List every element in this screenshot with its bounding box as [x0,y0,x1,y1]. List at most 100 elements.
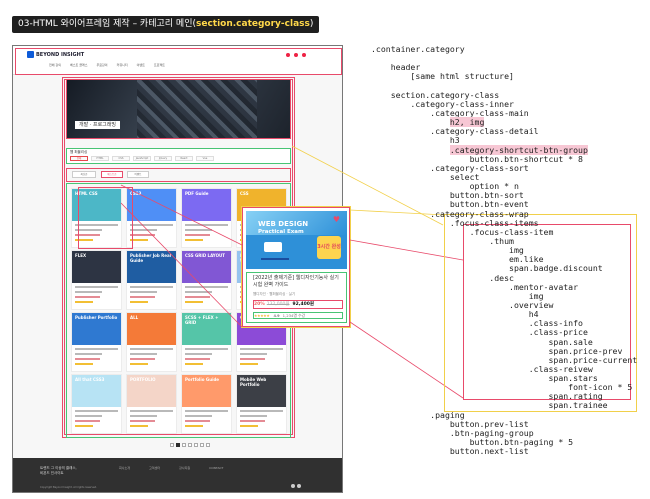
class-card[interactable]: All that CSS3 [71,374,122,434]
class-card[interactable]: Mobile Web Portfolio [236,374,287,434]
html-structure-code: .container.category header [same html st… [371,44,637,457]
sort-button[interactable]: 베스트순 [101,171,123,178]
like-heart-icon[interactable]: ♥ [333,215,340,224]
class-card-price [185,358,210,360]
class-card[interactable]: CSS3 [126,188,177,248]
class-card-stars [130,425,148,427]
class-description: [2022년 출제기준] 웹디자인기능사 실기시험 완벽 가이드 웹디자인 · … [246,272,347,323]
class-card-price [75,296,100,298]
footer-column[interactable]: 고객센터 [149,466,160,470]
class-card-title-line [130,348,173,350]
class-card-info-line [130,353,157,355]
class-card-stars [185,425,203,427]
class-card-title-line [185,348,228,350]
class-card-title-line [185,410,228,412]
shortcut-button[interactable]: CSS [112,156,130,161]
footer-column[interactable]: 회사소개 [119,466,130,470]
category-class-sort: 최신순 베스트순 이벤트 [67,169,290,181]
class-card-stars [240,425,258,427]
class-card-title-line [240,410,283,412]
code-line: button.next-list [371,446,529,457]
star-rating-icon: ★★★★★ [254,313,270,318]
class-card-thumbnail: ALL [127,313,176,345]
facebook-icon[interactable] [291,484,295,488]
instagram-icon[interactable] [297,484,301,488]
class-card-info-line [130,291,157,293]
class-card-title-line [130,286,173,288]
shortcut-button[interactable]: HTML [91,156,109,161]
current-price: 92,400원 [292,302,315,307]
footer-column[interactable]: CONTACT [209,466,223,470]
class-card-thumbnail: FLEX [72,251,121,283]
focus-class-item-zoom: ♥ WEB DESIGN Practical Exam 3시간 완성 [2022… [242,207,350,327]
footer-line-2: 비욘드 인사이트 [40,470,64,475]
prev-page-button[interactable] [170,443,174,447]
class-card-price [75,358,100,360]
class-card-thumbnail: Portfolio Guide [182,375,231,407]
class-card-price [130,358,155,360]
class-review: ★★★★★ 4.9 1,234명 수강 [253,312,343,319]
class-card[interactable]: PDF Guide [181,188,232,248]
sale-percent: 20% [254,302,265,307]
page-button[interactable] [188,443,192,447]
class-card-stars [240,363,258,365]
class-card[interactable]: ALL [126,312,177,372]
rating-value: 4.9 [273,313,280,318]
class-card-title-line [185,286,228,288]
category-hero-image: 개발 · 프로그래밍 [67,80,290,138]
shortcut-button-group: 전체 HTML CSS JavaScript jQuery React Vue [70,156,214,161]
class-card-thumbnail: Mobile Web Portfolio [237,375,286,407]
class-card[interactable]: CSS GRID LAYOUT [181,250,232,310]
class-card-thumbnail: PORTFOLIO [127,375,176,407]
class-card-info-line [185,229,212,231]
category-class-detail: 웹 퍼블리싱 전체 HTML CSS JavaScript jQuery Rea… [67,149,290,163]
class-card[interactable]: FLEX [71,250,122,310]
page-button-current[interactable] [176,443,180,447]
desk-illustration [261,242,289,260]
class-card-stars [185,363,203,365]
class-card-stars [75,301,93,303]
shortcut-button[interactable]: 전체 [70,156,88,161]
class-card-price [185,420,210,422]
shortcut-button[interactable]: Vue [196,156,214,161]
class-card[interactable]: Portfolio Guide [181,374,232,434]
class-card[interactable]: PORTFOLIO [126,374,177,434]
class-card-price [240,420,265,422]
class-card-price [185,296,210,298]
footer-line-1: 트렌드 그 이상의 클래스, [40,466,77,470]
class-info: 웹디자인 · 웹퍼블리싱 · 실기 [253,292,296,296]
class-card-stars [185,301,203,303]
shortcut-button[interactable]: jQuery [154,156,172,161]
class-card-thumbnail: Publisher Job Real Guide [127,251,176,283]
class-card-stars [75,363,93,365]
page-button[interactable] [200,443,204,447]
class-card-stars [130,301,148,303]
footer-column[interactable]: 강사지원 [179,466,190,470]
code-line: .container.category [371,44,465,54]
class-card-title-line [240,348,283,350]
class-card-title-line [185,224,228,226]
discount-badge: 3시간 완성 [317,236,341,259]
slide-title-main: 03-HTML 와이어프레임 제작 – 카테고리 메인( [18,19,196,29]
event-button[interactable]: 이벤트 [127,171,149,178]
shortcut-button[interactable]: JavaScript [133,156,151,161]
shortcut-button[interactable]: React [175,156,193,161]
class-title[interactable]: [2022년 출제기준] 웹디자인기능사 실기시험 완벽 가이드 [253,275,339,288]
class-card[interactable]: SCSS + FLEX + GRID [181,312,232,372]
copyright: Copyright Beyond Insight. All rights res… [40,486,97,489]
class-card[interactable]: Publisher Portfolio [71,312,122,372]
page-button[interactable] [194,443,198,447]
next-page-button[interactable] [206,443,210,447]
sort-select[interactable]: 최신순 [72,171,96,178]
class-price: 20% 132,000원 92,400원 [253,300,343,309]
class-thumbnail: ♥ WEB DESIGN Practical Exam 3시간 완성 [246,211,347,269]
class-card-price [130,234,155,236]
thumbnail-subtitle: Practical Exam [258,229,304,235]
class-card-info-line [75,415,102,417]
page-button[interactable] [182,443,186,447]
class-card-stars [130,363,148,365]
class-card-info-line [185,291,212,293]
mock-footer: 트렌드 그 이상의 클래스, 비욘드 인사이트 회사소개 고객센터 강사지원 C… [13,458,342,492]
class-card[interactable]: Publisher Job Real Guide [126,250,177,310]
slide-title-end: ) [309,19,314,29]
